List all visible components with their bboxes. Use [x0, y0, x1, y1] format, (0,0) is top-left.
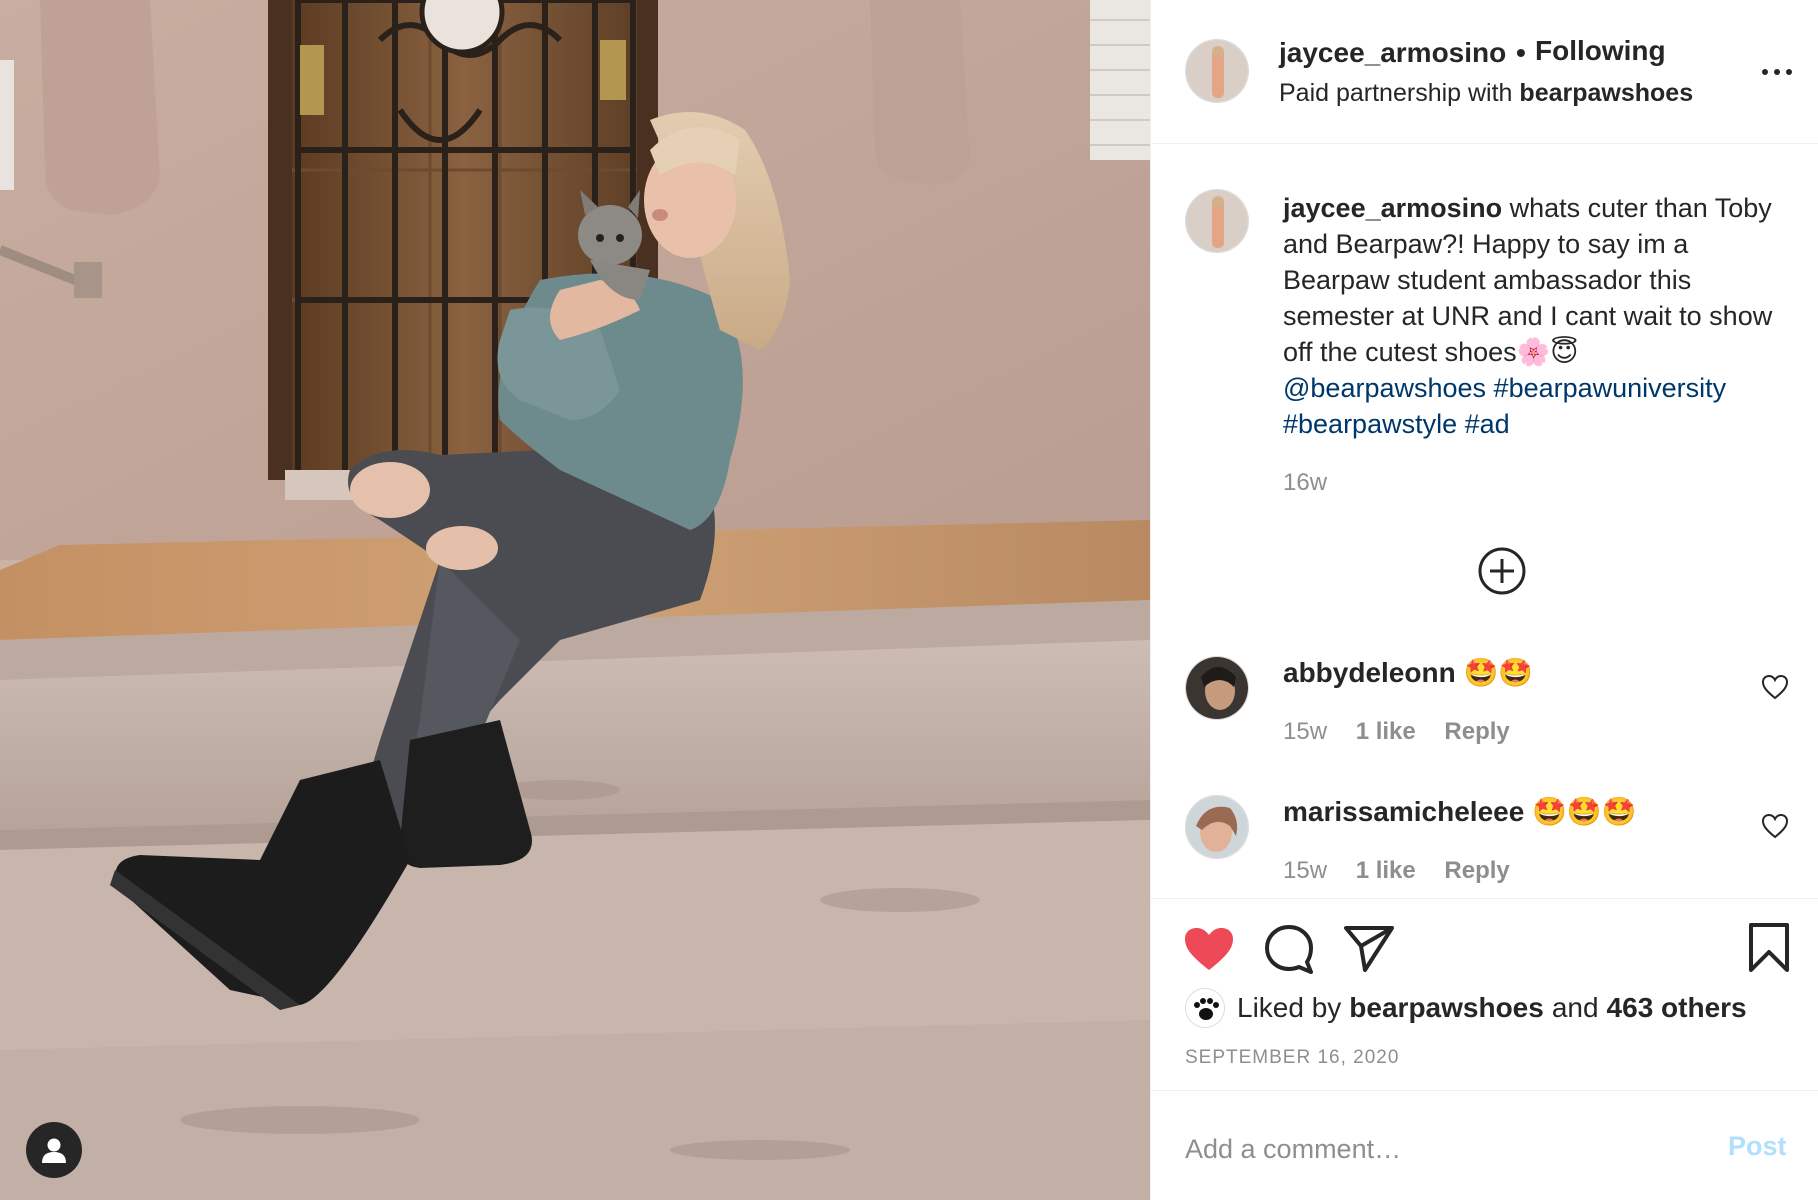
user-tag-icon [42, 1138, 66, 1163]
share-button[interactable] [1343, 924, 1395, 979]
following-button[interactable]: Following [1535, 35, 1666, 67]
comment-likes[interactable]: 1 like [1356, 718, 1416, 745]
post-side-panel: jaycee_armosino • Following Paid partner… [1150, 0, 1818, 1200]
author-avatar[interactable] [1185, 39, 1249, 103]
author-username[interactable]: jaycee_armosino [1279, 37, 1506, 69]
header-separator: • [1516, 37, 1526, 68]
liked-by-and: and [1551, 992, 1599, 1023]
commenter-avatar[interactable] [1185, 656, 1249, 720]
heart-outline-icon [1761, 674, 1789, 700]
post-image [0, 0, 1150, 1200]
comment-button[interactable] [1263, 924, 1315, 979]
caption-author-avatar[interactable] [1185, 189, 1249, 253]
avatar-image [1186, 796, 1248, 858]
comment-item: marissamicheleee 🤩🤩🤩 15w 1 like Reply [1151, 795, 1818, 915]
liked-by-prefix: Liked by [1237, 992, 1342, 1023]
avatar-image [1186, 190, 1248, 252]
add-comment-bar: Post [1151, 1090, 1818, 1200]
heart-filled-icon [1185, 928, 1233, 970]
post-photo[interactable] [0, 0, 1150, 1200]
caption-timestamp[interactable]: 16w [1283, 469, 1327, 497]
post-comment-button[interactable]: Post [1728, 1131, 1787, 1162]
heart-outline-icon [1761, 813, 1789, 839]
comment-text: 🤩🤩 [1463, 657, 1534, 688]
comment-username[interactable]: marissamicheleee [1283, 796, 1524, 827]
tag-user-button[interactable] [26, 1122, 82, 1178]
comment-item: abbydeleonn 🤩🤩 15w 1 like Reply [1151, 656, 1818, 776]
liked-by-others[interactable]: 463 others [1607, 992, 1747, 1024]
caption-hashtag[interactable]: #ad [1465, 409, 1510, 439]
commenter-avatar[interactable] [1185, 795, 1249, 859]
paper-plane-icon [1344, 926, 1394, 972]
speech-bubble-icon [1265, 925, 1313, 974]
caption-username[interactable]: jaycee_armosino [1283, 193, 1502, 223]
save-button[interactable] [1747, 922, 1791, 979]
avatar-image [1186, 657, 1248, 719]
comment-text: 🤩🤩🤩 [1532, 796, 1637, 827]
liked-by-row: Liked by bearpawshoes and 463 others [1185, 988, 1747, 1028]
comment-meta: 15w 1 like Reply [1283, 718, 1532, 746]
liker-avatar[interactable] [1185, 988, 1225, 1028]
post-caption: jaycee_armosino whats cuter than Toby an… [1283, 190, 1783, 442]
comment-meta: 15w 1 like Reply [1283, 857, 1532, 885]
ellipsis-icon [1762, 69, 1792, 75]
more-options-button[interactable] [1757, 60, 1797, 84]
comment-input[interactable] [1185, 1131, 1705, 1167]
partnership-prefix: Paid partnership with [1279, 79, 1513, 107]
comment-likes[interactable]: 1 like [1356, 857, 1416, 884]
caption-hashtag[interactable]: #bearpawstyle [1283, 409, 1457, 439]
like-button[interactable] [1183, 926, 1235, 977]
reply-button[interactable]: Reply [1444, 857, 1509, 884]
post-header: jaycee_armosino • Following Paid partner… [1151, 0, 1818, 144]
post-date[interactable]: SEPTEMBER 16, 2020 [1185, 1047, 1399, 1069]
plus-circle-icon [1478, 547, 1526, 595]
load-more-comments-button[interactable] [1477, 546, 1527, 596]
comment-like-button[interactable] [1761, 813, 1789, 839]
reply-button[interactable]: Reply [1444, 718, 1509, 745]
caption-mention[interactable]: @bearpawshoes [1283, 373, 1486, 403]
bookmark-icon [1749, 923, 1789, 972]
paw-icon [1186, 989, 1224, 1027]
comment-time[interactable]: 15w [1283, 857, 1327, 884]
comment-time[interactable]: 15w [1283, 718, 1327, 745]
comment-like-button[interactable] [1761, 674, 1789, 700]
liked-by-user[interactable]: bearpawshoes [1349, 992, 1544, 1024]
comment-author[interactable]: marissamicheleee 🤩🤩🤩 [1283, 795, 1637, 828]
comment-author[interactable]: abbydeleonn 🤩🤩 [1283, 656, 1533, 689]
comment-username[interactable]: abbydeleonn [1283, 657, 1456, 688]
partner-link[interactable]: bearpawshoes [1519, 79, 1693, 107]
actions-divider [1151, 898, 1818, 899]
caption-hashtag[interactable]: #bearpawuniversity [1494, 373, 1727, 403]
avatar-image [1186, 40, 1248, 102]
paid-partnership-label: Paid partnership with bearpawshoes [1279, 79, 1693, 108]
